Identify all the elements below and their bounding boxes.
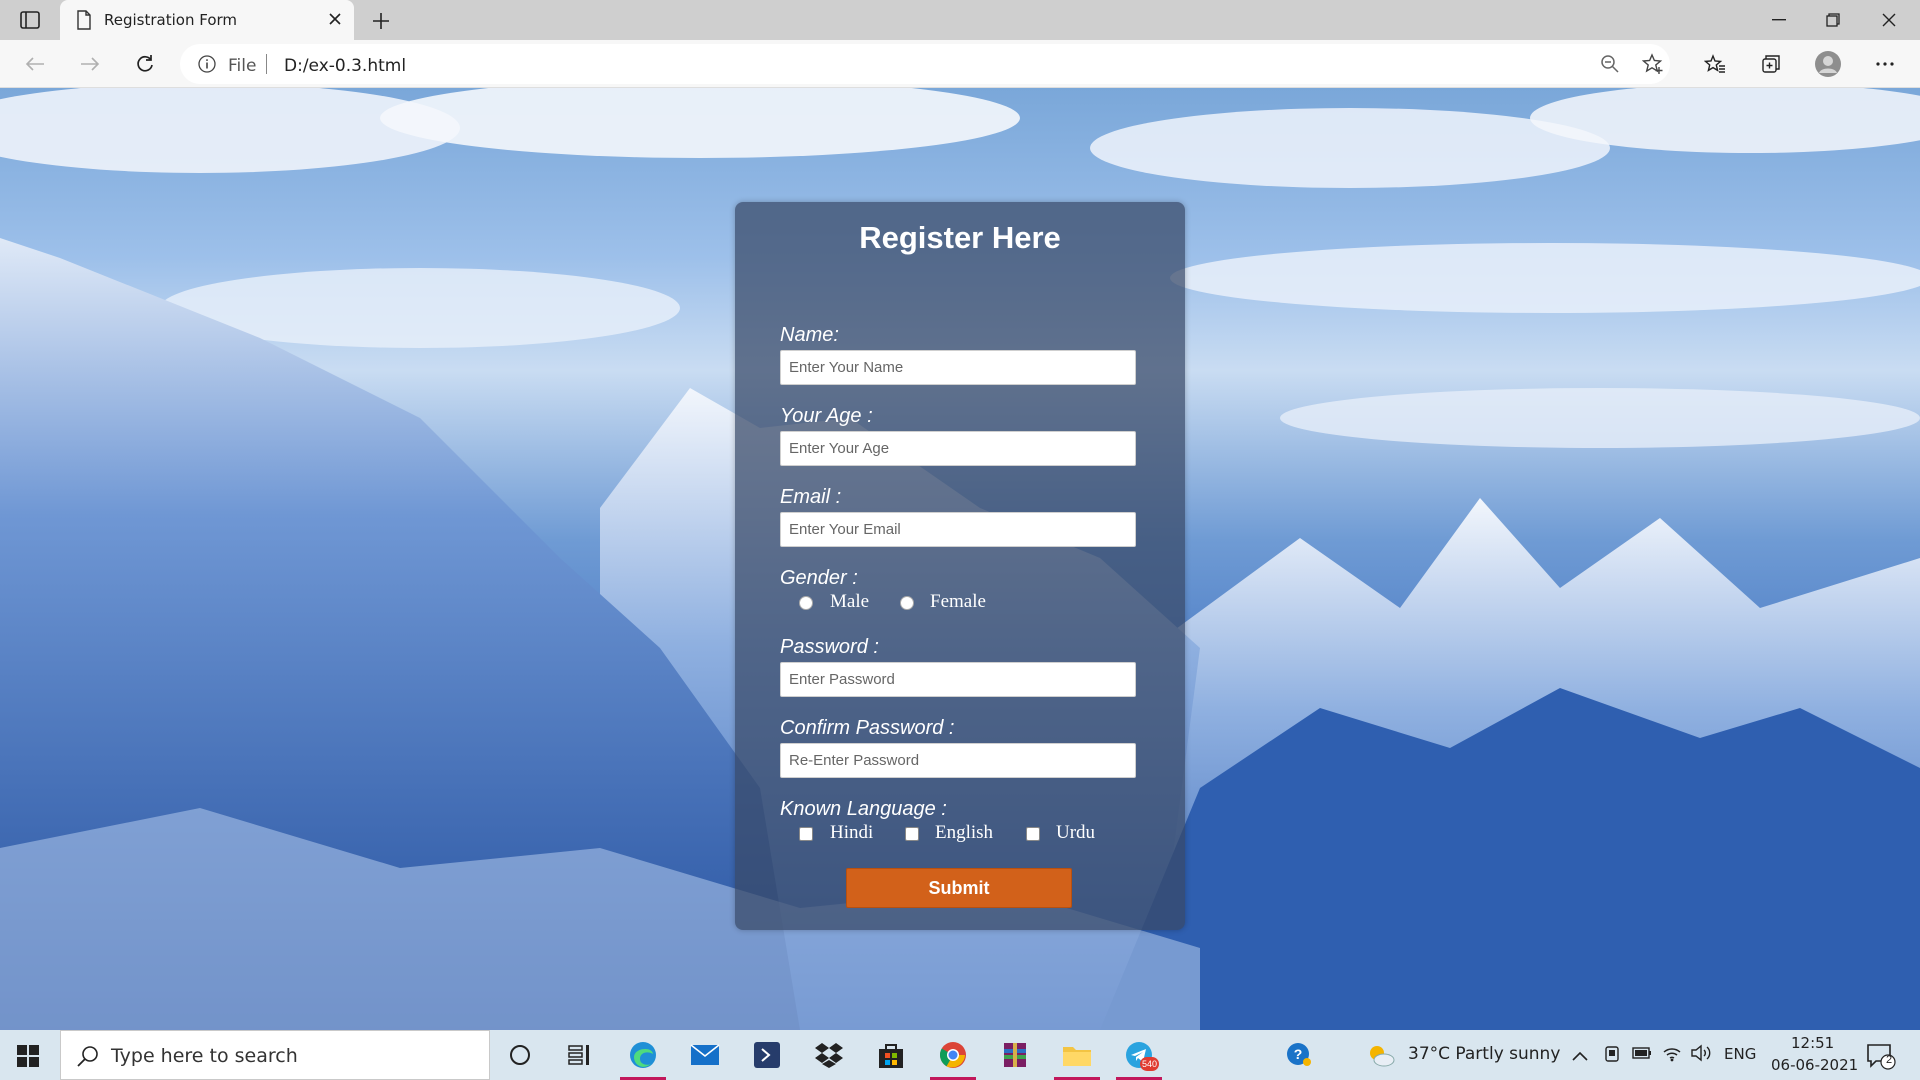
store-app-icon[interactable] <box>874 1038 908 1072</box>
form-title: Register Here <box>859 220 1061 255</box>
name-input[interactable] <box>780 350 1136 385</box>
tab-actions-icon[interactable] <box>16 8 44 32</box>
refresh-icon[interactable] <box>130 50 160 78</box>
taskbar-search-placeholder: Type here to search <box>111 1045 298 1067</box>
browser-tab-strip: Registration Form <box>0 0 1920 40</box>
back-icon[interactable] <box>20 50 50 78</box>
browser-toolbar: File D:/ex-0.3.html <box>0 40 1920 88</box>
volume-icon[interactable] <box>1690 1044 1712 1067</box>
language-english-checkbox[interactable] <box>905 827 919 841</box>
gender-male-radio[interactable] <box>799 596 813 610</box>
name-label: Name: <box>780 324 839 346</box>
email-input[interactable] <box>780 512 1136 547</box>
dropbox-app-icon[interactable] <box>812 1038 846 1072</box>
minimize-icon[interactable] <box>1764 8 1794 32</box>
notification-center-icon[interactable]: 2 <box>1866 1042 1896 1075</box>
favorites-icon[interactable] <box>1700 50 1730 78</box>
notification-count: 2 <box>1885 1054 1893 1066</box>
more-options-icon[interactable] <box>1870 50 1900 78</box>
taskbar-search-box[interactable]: Type here to search <box>60 1030 490 1080</box>
confirm-password-input[interactable] <box>780 743 1136 778</box>
address-separator <box>266 54 267 74</box>
file-explorer-app-icon[interactable] <box>1054 1038 1100 1080</box>
tab-title: Registration Form <box>104 11 238 29</box>
restore-icon[interactable] <box>1818 8 1848 32</box>
weather-text[interactable]: 37°C Partly sunny <box>1408 1044 1560 1064</box>
gender-female-label: Female <box>930 591 986 612</box>
confirm-password-label: Confirm Password : <box>780 717 955 739</box>
profile-avatar-icon[interactable] <box>1812 48 1844 80</box>
cortana-icon[interactable] <box>503 1038 537 1072</box>
page-icon <box>76 10 92 35</box>
windows-start-icon[interactable] <box>14 1042 42 1070</box>
browser-tab[interactable]: Registration Form <box>60 0 354 40</box>
age-label: Your Age : <box>780 405 873 427</box>
forward-icon[interactable] <box>75 50 105 78</box>
language-hindi-checkbox[interactable] <box>799 827 813 841</box>
powershell-app-icon[interactable] <box>750 1038 784 1072</box>
registration-form-card: Register Here Name: Your Age : Email : G… <box>735 202 1185 930</box>
task-view-icon[interactable] <box>563 1038 597 1072</box>
new-tab-icon[interactable] <box>368 8 394 34</box>
page-viewport: Register Here Name: Your Age : Email : G… <box>0 88 1920 1030</box>
language-urdu-label: Urdu <box>1056 822 1096 843</box>
telegram-app-icon[interactable]: 540 <box>1116 1038 1162 1080</box>
age-input[interactable] <box>780 431 1136 466</box>
help-tray-icon[interactable]: ? <box>1282 1038 1316 1072</box>
address-url: D:/ex-0.3.html <box>284 56 407 76</box>
close-tab-icon[interactable] <box>328 12 342 31</box>
zoom-icon[interactable] <box>1600 54 1620 79</box>
address-bar[interactable]: File D:/ex-0.3.html <box>180 44 1670 84</box>
clock-date[interactable]: 06-06-2021 <box>1771 1056 1858 1074</box>
password-input[interactable] <box>780 662 1136 697</box>
address-scheme: File <box>228 56 257 76</box>
meet-now-icon[interactable] <box>1604 1044 1622 1069</box>
close-window-icon[interactable] <box>1874 8 1904 32</box>
weather-icon <box>1364 1038 1398 1072</box>
gender-label: Gender : <box>780 567 858 589</box>
gender-female-radio[interactable] <box>900 596 914 610</box>
submit-button[interactable]: Submit <box>846 868 1072 908</box>
windows-taskbar: Type here to search 540 ? 37°C Partly su… <box>0 1030 1920 1080</box>
password-label: Password : <box>780 636 879 658</box>
language-english-label: English <box>935 822 994 843</box>
mail-app-icon[interactable] <box>688 1038 722 1072</box>
winrar-app-icon[interactable] <box>998 1038 1032 1072</box>
gender-male-label: Male <box>830 591 870 612</box>
clock-time[interactable]: 12:51 <box>1791 1034 1834 1052</box>
input-language[interactable]: ENG <box>1724 1045 1756 1063</box>
edge-app-icon[interactable] <box>620 1038 666 1080</box>
show-hidden-icons-icon[interactable] <box>1572 1048 1588 1066</box>
add-favorite-icon[interactable] <box>1641 53 1664 80</box>
collections-icon[interactable] <box>1756 50 1786 78</box>
telegram-badge: 540 <box>1140 1057 1160 1071</box>
language-hindi-label: Hindi <box>830 822 874 843</box>
search-icon <box>77 1045 99 1072</box>
info-icon[interactable] <box>198 55 216 78</box>
known-language-label: Known Language : <box>780 798 947 820</box>
battery-icon[interactable] <box>1632 1046 1652 1065</box>
language-urdu-checkbox[interactable] <box>1026 827 1040 841</box>
svg-text:?: ? <box>1294 1046 1303 1062</box>
chrome-app-icon[interactable] <box>930 1038 976 1080</box>
wifi-icon[interactable] <box>1662 1044 1682 1067</box>
email-label: Email : <box>780 486 842 508</box>
